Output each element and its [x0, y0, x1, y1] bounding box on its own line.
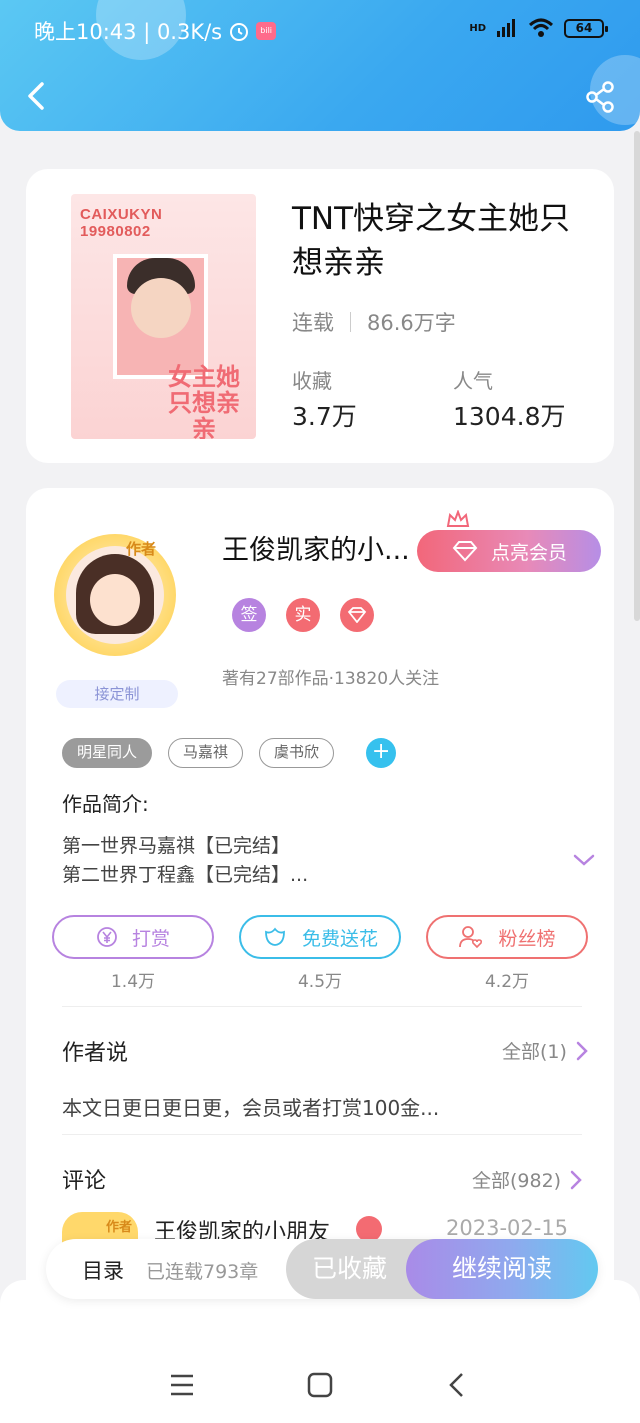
book-cover[interactable]: CAIXUKYN 19980802 女主她只想亲亲: [71, 194, 256, 439]
popularity-value: 1304.8万: [453, 402, 566, 431]
author-says-label: 作者说: [62, 1041, 129, 1066]
tag-item[interactable]: 马嘉祺: [168, 738, 244, 768]
fan-rank-button[interactable]: 粉丝榜: [426, 915, 588, 959]
diamond-icon: [452, 541, 478, 562]
status-right: HD 64: [469, 18, 608, 38]
add-tag-button[interactable]: +: [366, 738, 397, 768]
author-says-text[interactable]: 本文日更日更日更，会员或者打赏100金...: [62, 1092, 439, 1121]
scrollbar[interactable]: [634, 131, 640, 621]
comments-label: 评论: [62, 1169, 107, 1194]
book-title: TNT快穿之女主她只想亲亲: [292, 201, 571, 281]
author-avatar[interactable]: 作者: [54, 534, 176, 656]
signed-badge[interactable]: 签: [232, 598, 266, 632]
cover-title-art: 女主她只想亲亲: [168, 363, 240, 439]
reward-count: 1.4万: [110, 972, 156, 992]
send-flower-label: 免费送花: [301, 927, 378, 950]
author-says-more-link[interactable]: 全部(1): [502, 1037, 589, 1064]
yen-icon: [97, 927, 117, 947]
chevron-down-icon[interactable]: [572, 852, 596, 868]
intro-label: 作品简介:: [62, 792, 149, 816]
header: 晚上10:43 | 0.3K/s bili HD 64: [0, 0, 640, 131]
comment-avatar-tag: 作者: [106, 1220, 133, 1235]
cover-text: CAIXUKYN 19980802: [80, 206, 163, 240]
cover-figure-face: [131, 278, 191, 338]
reward-button[interactable]: 打赏: [52, 915, 214, 959]
continue-reading-button[interactable]: 继续阅读: [406, 1239, 598, 1299]
verified-badge[interactable]: 实: [286, 598, 320, 632]
author-says-more-text: 全部(1): [502, 1041, 567, 1063]
back-icon[interactable]: [22, 78, 50, 114]
comment-date: 2023-02-15: [446, 1216, 569, 1240]
home-icon[interactable]: [306, 1372, 334, 1398]
send-flower-button[interactable]: 免费送花: [239, 915, 401, 959]
popularity-label: 人气: [453, 369, 493, 393]
system-nav-bar: [0, 1280, 640, 1423]
fan-rank-count: 4.2万: [484, 972, 530, 992]
share-icon[interactable]: [584, 80, 616, 114]
intro-line: 第二世界丁程鑫【已完结】...: [62, 864, 309, 886]
vip-diamond-badge[interactable]: [340, 598, 374, 632]
menu-icon[interactable]: [168, 1372, 196, 1398]
alarm-icon: [230, 23, 249, 41]
author-name[interactable]: 王俊凯家的小...: [222, 528, 410, 567]
divider: [62, 1006, 582, 1007]
custom-order-tag[interactable]: 接定制: [56, 680, 178, 708]
comments-more-link[interactable]: 全部(982): [472, 1166, 583, 1193]
avatar-author-tag: 作者: [126, 540, 157, 558]
flower-icon: [265, 927, 285, 946]
favorites-label: 收藏: [292, 369, 332, 393]
divider: [62, 1134, 582, 1135]
book-meta: 连载 86.6万字: [292, 307, 456, 337]
table-of-contents-button[interactable]: 目录: [82, 1255, 124, 1285]
crown-icon: [446, 510, 470, 527]
divider: [350, 312, 351, 332]
diamond-icon: [347, 607, 367, 624]
author-card: 作者 接定制 王俊凯家的小... 点亮会员 签 实 著有27部作品·13820人…: [26, 488, 614, 1318]
signal-icon: [497, 19, 515, 37]
reading-action-bar: 目录 已连载793章 已收藏 继续阅读: [46, 1239, 598, 1299]
book-info-card: CAIXUKYN 19980802 女主她只想亲亲 TNT快穿之女主她只想亲亲 连…: [26, 169, 614, 463]
app-badge-icon: bili: [256, 22, 277, 40]
book-word-count: 86.6万字: [367, 311, 456, 335]
avatar-face: [90, 574, 140, 626]
tag-item[interactable]: 虞书欣: [259, 738, 335, 768]
network-label: HD: [469, 22, 486, 34]
status-time: 晚上10:43 | 0.3K/s: [34, 20, 223, 44]
book-status: 连载: [292, 311, 334, 335]
vip-button[interactable]: 点亮会员: [417, 530, 601, 572]
reward-label: 打赏: [131, 927, 170, 950]
tag-category[interactable]: 明星同人: [62, 738, 153, 768]
author-stats: 著有27部作品·13820人关注: [222, 669, 440, 689]
flower-count: 4.5万: [297, 972, 343, 992]
chevron-right-icon: [576, 1041, 588, 1060]
back-nav-icon[interactable]: [444, 1372, 472, 1398]
status-bar: 晚上10:43 | 0.3K/s bili: [34, 16, 277, 46]
wifi-icon: [528, 18, 554, 37]
battery-icon: 64: [564, 18, 608, 38]
tag-row: 明星同人 马嘉祺 虞书欣 +: [62, 738, 397, 768]
intro-line: 第一世界马嘉祺【已完结】: [62, 835, 291, 857]
chevron-right-icon: [570, 1170, 582, 1189]
comments-more-text: 全部(982): [472, 1170, 562, 1192]
vip-button-label: 点亮会员: [490, 541, 567, 564]
chapter-count: 已连载793章: [146, 1261, 259, 1283]
favorites-value: 3.7万: [292, 402, 357, 431]
fan-rank-label: 粉丝榜: [498, 927, 556, 950]
avatar-image: [66, 546, 164, 644]
user-heart-icon: [459, 926, 483, 949]
